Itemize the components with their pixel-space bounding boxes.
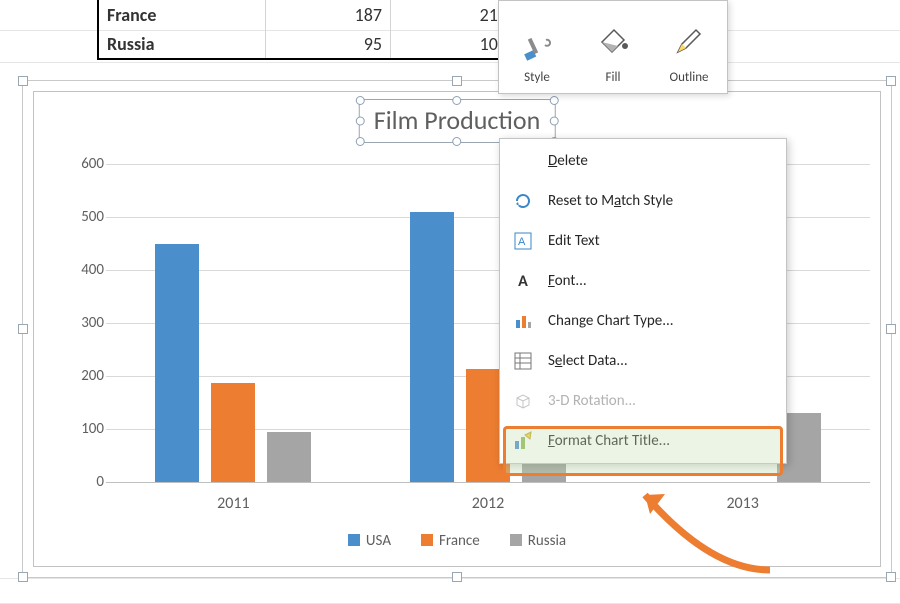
chart-title-text: Film Production — [374, 104, 541, 136]
context-menu: Delete Reset to Match Style A Edit Text … — [499, 138, 787, 464]
outline-label: Outline — [669, 70, 708, 85]
legend-swatch — [348, 534, 360, 546]
title-handle[interactable] — [356, 137, 365, 146]
fill-label: Fill — [606, 70, 621, 85]
legend-item-usa[interactable]: USA — [348, 532, 391, 550]
select-data-icon — [512, 350, 534, 372]
chart-legend[interactable]: USA France Russia — [34, 532, 880, 550]
style-button[interactable]: Style — [499, 1, 575, 93]
bar-russia-2011[interactable] — [267, 432, 311, 482]
title-handle[interactable] — [356, 117, 365, 126]
bar-usa-2012[interactable] — [410, 212, 454, 482]
resize-handle[interactable] — [886, 324, 896, 334]
menu-font[interactable]: A Font... — [500, 261, 786, 301]
legend-swatch — [421, 534, 433, 546]
row-label[interactable]: Russia — [98, 29, 266, 59]
resize-handle[interactable] — [18, 572, 28, 582]
y-tick-label: 600 — [81, 155, 104, 173]
fill-button[interactable]: Fill — [575, 1, 651, 93]
title-handle[interactable] — [356, 96, 365, 105]
bar-usa-2011[interactable] — [155, 244, 199, 483]
outline-button[interactable]: Outline — [651, 1, 727, 93]
resize-handle[interactable] — [886, 76, 896, 86]
text-box-icon: A — [512, 230, 534, 252]
mini-toolbar: Style Fill Outline — [498, 0, 728, 94]
title-handle[interactable] — [453, 137, 462, 146]
menu-select-data[interactable]: Select Data... — [500, 341, 786, 381]
cube-icon — [512, 390, 534, 412]
title-handle[interactable] — [453, 96, 462, 105]
y-tick-label: 500 — [81, 208, 104, 226]
blank-icon — [512, 150, 534, 172]
menu-format-chart-title[interactable]: Format Chart Title... — [500, 421, 786, 461]
row-label[interactable]: France — [98, 0, 266, 29]
bar-france-2011[interactable] — [211, 383, 255, 482]
resize-handle[interactable] — [18, 76, 28, 86]
legend-item-russia[interactable]: Russia — [510, 532, 566, 550]
paintbrush-icon — [520, 30, 554, 64]
resize-handle[interactable] — [452, 76, 462, 86]
menu-reset-to-match-style[interactable]: Reset to Match Style — [500, 181, 786, 221]
font-letter-icon: A — [512, 270, 534, 292]
cell[interactable]: 95 — [266, 29, 391, 59]
legend-item-france[interactable]: France — [421, 532, 480, 550]
y-tick-label: 200 — [81, 367, 104, 385]
paint-bucket-icon — [596, 24, 630, 58]
menu-edit-text[interactable]: A Edit Text — [500, 221, 786, 261]
menu-delete[interactable]: Delete — [500, 141, 786, 181]
legend-swatch — [510, 534, 522, 546]
bar-chart-icon — [512, 310, 534, 332]
menu-3d-rotation: 3-D Rotation... — [500, 381, 786, 421]
pen-icon — [672, 24, 706, 58]
cell[interactable]: 187 — [266, 0, 391, 29]
style-label: Style — [524, 70, 550, 85]
format-chart-icon — [512, 430, 534, 452]
x-tick-label: 2013 — [726, 494, 758, 513]
resize-handle[interactable] — [452, 572, 462, 582]
cell[interactable]: 213 — [391, 0, 516, 29]
resize-handle[interactable] — [886, 572, 896, 582]
cell[interactable]: 108 — [391, 29, 516, 59]
title-handle[interactable] — [549, 96, 558, 105]
svg-text:A: A — [518, 236, 526, 248]
x-tick-label: 2012 — [472, 494, 504, 513]
y-tick-label: 300 — [81, 314, 104, 332]
reset-icon — [512, 190, 534, 212]
title-handle[interactable] — [549, 117, 558, 126]
resize-handle[interactable] — [18, 324, 28, 334]
x-tick-label: 2011 — [217, 494, 249, 513]
y-tick-label: 0 — [96, 473, 104, 491]
chart-title[interactable]: Film Production — [359, 99, 556, 143]
menu-change-chart-type[interactable]: Change Chart Type... — [500, 301, 786, 341]
gridline — [106, 482, 870, 483]
y-tick-label: 400 — [81, 261, 104, 279]
y-tick-label: 100 — [81, 420, 104, 438]
